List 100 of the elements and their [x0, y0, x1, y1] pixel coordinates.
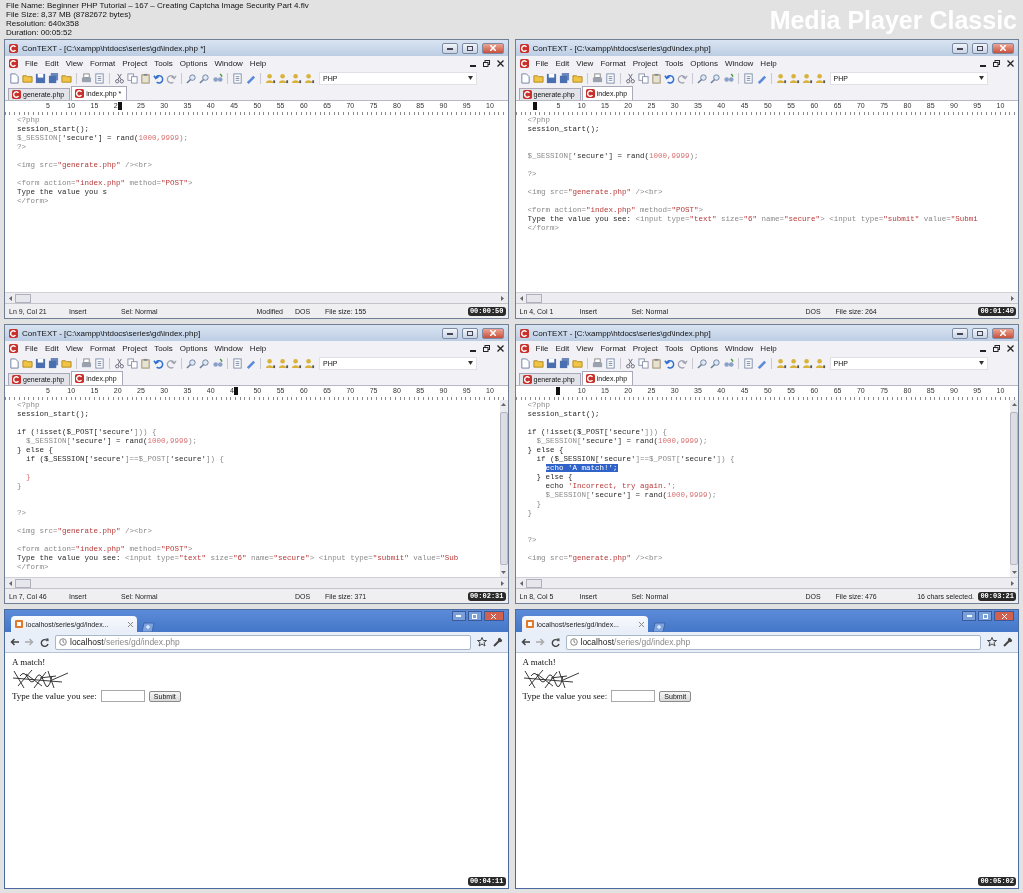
- document-icon[interactable]: [9, 72, 20, 84]
- new-tab-icon[interactable]: [650, 622, 667, 632]
- person-icon[interactable]: [775, 72, 787, 84]
- dropdown-caret-icon[interactable]: [468, 76, 473, 80]
- maximize-button[interactable]: [467, 611, 482, 621]
- person-icon[interactable]: [304, 72, 315, 84]
- undo-icon[interactable]: [663, 72, 675, 84]
- close-icon[interactable]: [1007, 344, 1014, 352]
- menu-item[interactable]: Tools: [664, 58, 684, 68]
- printer-icon[interactable]: [81, 72, 92, 84]
- magnifier-icon[interactable]: [696, 72, 708, 84]
- minimize-button[interactable]: [962, 611, 976, 621]
- copy-icon[interactable]: [127, 72, 138, 84]
- scroll-thumb[interactable]: [525, 578, 542, 588]
- address-bar[interactable]: localhost/series/gd/index.php: [565, 634, 981, 650]
- menu-item[interactable]: Window: [724, 343, 754, 353]
- close-button[interactable]: [992, 42, 1014, 54]
- copy-icon[interactable]: [637, 72, 649, 84]
- person-icon[interactable]: [278, 357, 289, 369]
- person-icon[interactable]: [291, 72, 302, 84]
- dropdown-caret-icon[interactable]: [978, 361, 984, 365]
- menu-item[interactable]: View: [65, 58, 83, 68]
- menu-item[interactable]: Tools: [664, 343, 684, 353]
- undo-icon[interactable]: [663, 357, 675, 369]
- menu-item[interactable]: Help: [760, 343, 777, 353]
- minimize-button[interactable]: [441, 327, 458, 339]
- person-icon[interactable]: [801, 72, 813, 84]
- folder-icon[interactable]: [61, 357, 72, 369]
- close-button[interactable]: [481, 327, 504, 339]
- menu-item[interactable]: Format: [89, 343, 116, 353]
- restore-icon[interactable]: [993, 344, 1000, 352]
- folder-icon[interactable]: [22, 72, 33, 84]
- folder-icon[interactable]: [571, 357, 583, 369]
- scissors-icon[interactable]: [114, 357, 125, 369]
- printer-icon[interactable]: [591, 357, 603, 369]
- scroll-up-icon[interactable]: [1011, 403, 1017, 406]
- maximize-button[interactable]: [978, 611, 992, 621]
- restore-icon[interactable]: [482, 59, 490, 67]
- binoculars-icon[interactable]: [722, 72, 734, 84]
- menu-item[interactable]: Window: [214, 343, 243, 353]
- person-icon[interactable]: [304, 357, 315, 369]
- page-icon[interactable]: [232, 72, 243, 84]
- page-icon[interactable]: [742, 72, 754, 84]
- menu-item[interactable]: Tools: [154, 343, 173, 353]
- binoculars-icon[interactable]: [212, 72, 223, 84]
- restore-icon[interactable]: [482, 344, 490, 352]
- menu-item[interactable]: Edit: [44, 58, 59, 68]
- scroll-left-icon[interactable]: [519, 295, 523, 301]
- captcha-input[interactable]: [611, 690, 656, 702]
- magnifier-icon[interactable]: [186, 72, 197, 84]
- horizontal-scrollbar[interactable]: [515, 577, 1018, 588]
- disks-icon[interactable]: [48, 72, 59, 84]
- person-icon[interactable]: [291, 357, 302, 369]
- dropdown-caret-icon[interactable]: [978, 76, 984, 80]
- menu-item[interactable]: Edit: [555, 58, 570, 68]
- page-icon[interactable]: [604, 72, 616, 84]
- menu-item[interactable]: Window: [214, 58, 243, 68]
- close-icon[interactable]: [496, 344, 504, 352]
- menu-item[interactable]: Options: [179, 58, 208, 68]
- page-icon[interactable]: [604, 357, 616, 369]
- star-icon[interactable]: [476, 637, 487, 647]
- scissors-icon[interactable]: [624, 357, 636, 369]
- person-icon[interactable]: [814, 72, 826, 84]
- undo-icon[interactable]: [153, 72, 164, 84]
- document-icon[interactable]: [9, 357, 20, 369]
- redo-icon[interactable]: [166, 72, 177, 84]
- person-icon[interactable]: [265, 72, 276, 84]
- menu-item[interactable]: Project: [632, 58, 658, 68]
- menu-item[interactable]: Format: [89, 58, 116, 68]
- clipboard-icon[interactable]: [140, 72, 151, 84]
- person-icon[interactable]: [788, 72, 800, 84]
- page-icon[interactable]: [742, 357, 754, 369]
- scroll-right-icon[interactable]: [1011, 295, 1014, 301]
- forward-icon[interactable]: [535, 638, 545, 646]
- scroll-right-icon[interactable]: [1011, 580, 1014, 586]
- maximize-button[interactable]: [972, 42, 988, 54]
- forward-icon[interactable]: [25, 638, 34, 646]
- clipboard-icon[interactable]: [650, 357, 662, 369]
- captcha-input[interactable]: [100, 690, 145, 702]
- minimize-button[interactable]: [952, 42, 968, 54]
- scroll-right-icon[interactable]: [500, 295, 504, 301]
- close-button[interactable]: [994, 611, 1014, 621]
- clipboard-icon[interactable]: [650, 72, 662, 84]
- close-button[interactable]: [992, 327, 1014, 339]
- restore-icon[interactable]: [993, 59, 1000, 67]
- code-editor[interactable]: [515, 400, 1018, 577]
- menu-item[interactable]: Help: [249, 343, 267, 353]
- magnifier-icon[interactable]: [186, 357, 197, 369]
- menu-item[interactable]: Options: [690, 343, 718, 353]
- page-icon[interactable]: [232, 357, 243, 369]
- dropdown-caret-icon[interactable]: [468, 361, 473, 365]
- scissors-icon[interactable]: [624, 72, 636, 84]
- folder-icon[interactable]: [571, 72, 583, 84]
- document-icon[interactable]: [519, 72, 531, 84]
- back-icon[interactable]: [520, 638, 530, 646]
- close-button[interactable]: [481, 42, 504, 54]
- menu-item[interactable]: Project: [122, 58, 148, 68]
- copy-icon[interactable]: [637, 357, 649, 369]
- scroll-thumb[interactable]: [15, 578, 31, 588]
- close-icon[interactable]: [496, 59, 504, 67]
